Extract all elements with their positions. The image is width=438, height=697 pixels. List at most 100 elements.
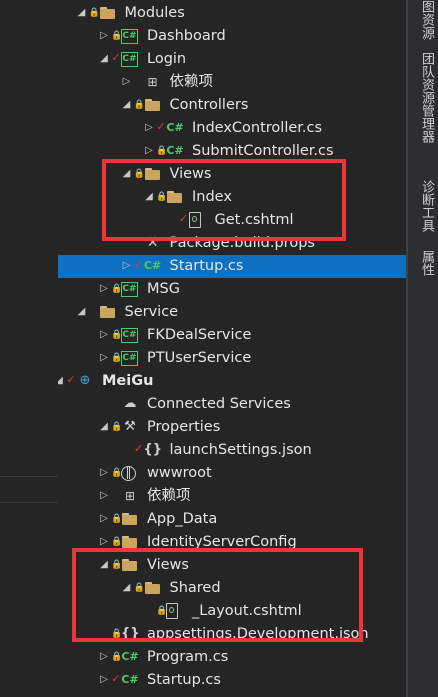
tree-item[interactable]: ✓{} launchSettings.json — [58, 439, 406, 462]
collapse-arrow-icon[interactable]: ◢ — [58, 373, 64, 389]
side-tab-strip: 图资源管理器 团队资源管理器 诊断工具 属性 — [408, 0, 438, 697]
collapse-arrow-icon[interactable]: ◢ — [99, 51, 109, 67]
tree-item-label: Modules — [124, 5, 185, 21]
expand-arrow-icon[interactable]: ▷ — [99, 281, 109, 297]
csharp-file-icon: C# — [143, 259, 162, 272]
dependencies-icon: ⊞ — [147, 75, 158, 89]
tree-item[interactable]: ◢ ✓ C# Login — [58, 48, 406, 71]
tree-item[interactable]: ▷ 🔒 C# FKDealService — [58, 324, 406, 347]
side-tab[interactable]: 诊断工具 — [416, 180, 436, 240]
side-tab[interactable]: 属性 — [416, 250, 436, 290]
lock-icon: 🔒 — [111, 422, 123, 432]
csharp-file-icon: C# — [121, 650, 139, 663]
folder-icon — [144, 96, 162, 114]
tree-item-label: Connected Services — [147, 396, 291, 412]
dependencies-icon: ⊞ — [124, 489, 136, 503]
expand-arrow-icon[interactable]: ▷ — [99, 465, 109, 481]
expand-arrow-icon[interactable]: ▷ — [99, 28, 109, 44]
tree-item-label: MeiGu — [102, 373, 154, 389]
wrench-icon: ⚒ — [124, 419, 136, 434]
globe-icon — [121, 466, 136, 481]
tree-item-label: Properties — [147, 419, 221, 435]
checkmark-icon: ✓ — [66, 373, 76, 386]
expand-arrow-icon[interactable]: ▷ — [122, 74, 132, 90]
tree-item-label: FKDealService — [147, 327, 252, 343]
lock-icon: 🔒 — [111, 284, 123, 294]
left-panel-divider — [0, 502, 58, 503]
tree-item[interactable]: ▷ 🔒 App_Data — [58, 508, 406, 531]
lock-icon: 🔒 — [111, 353, 123, 363]
expand-arrow-icon[interactable]: ▷ — [99, 488, 109, 504]
expand-arrow-icon[interactable]: ▷ — [99, 327, 109, 343]
tree-item[interactable]: ▷ ✓ C# IndexController.cs — [58, 117, 406, 140]
tree-item-label: Startup.cs — [169, 258, 244, 274]
tree-item-label: 依赖项 — [147, 488, 191, 504]
cloud-icon: ☁ — [123, 396, 137, 411]
expand-arrow-icon[interactable]: ▷ — [99, 350, 109, 366]
collapse-arrow-icon[interactable]: ◢ — [122, 97, 132, 113]
side-tab[interactable]: 团队资源管理器 — [416, 52, 436, 172]
tree-item-label: MSG — [147, 281, 180, 297]
expand-arrow-icon[interactable]: ▷ — [144, 143, 154, 159]
tree-item[interactable]: ◢ 🔒 Modules — [58, 2, 406, 25]
checkmark-icon: ✓ — [111, 51, 121, 64]
tree-item[interactable]: ▷ 🔒 C# Dashboard — [58, 25, 406, 48]
lock-icon: 🔒 — [111, 31, 123, 41]
csharp-project-icon: C# — [121, 52, 138, 67]
expand-arrow-icon[interactable]: ▷ — [122, 258, 132, 274]
folder-icon — [99, 303, 117, 321]
tree-item-label: Controllers — [169, 97, 249, 113]
tree-item-label: launchSettings.json — [169, 442, 312, 458]
tree-item-label: PTUserService — [147, 350, 252, 366]
tree-item[interactable]: ▷ ⊞ 依赖项 — [58, 485, 406, 508]
tree-item[interactable]: ▷ 🔒 C# Program.cs — [58, 646, 406, 669]
csharp-file-icon: C# — [121, 673, 139, 686]
collapse-arrow-icon[interactable]: ◢ — [99, 419, 109, 435]
checkmark-icon: ✓ — [156, 120, 166, 133]
highlight-box-login-views — [102, 159, 346, 241]
lock-icon: 🔒 — [156, 146, 168, 156]
checkmark-icon: ✓ — [111, 672, 121, 685]
tree-item[interactable]: ◢ ✓ ⊕ MeiGu — [58, 370, 406, 393]
lock-icon: 🔒 — [133, 100, 145, 110]
collapse-arrow-icon[interactable]: ◢ — [77, 304, 87, 320]
tree-item-label: App_Data — [147, 511, 218, 527]
tree-item[interactable]: ▷ 🔒 C# MSG — [58, 278, 406, 301]
expand-arrow-icon[interactable]: ▷ — [144, 120, 154, 136]
csharp-project-icon: C# — [121, 282, 138, 297]
csharp-file-icon: C# — [166, 121, 184, 134]
tree-item-label: IndexController.cs — [192, 120, 323, 136]
lock-icon: 🔒 — [111, 330, 123, 340]
csharp-project-icon: C# — [121, 328, 138, 343]
tree-item-label: wwwroot — [147, 465, 212, 481]
tree-item[interactable]: ▷ ✓ C# Startup.cs — [58, 255, 406, 278]
tree-item-label: Service — [124, 304, 179, 320]
lock-icon: 🔒 — [111, 652, 123, 662]
json-file-icon: {} — [143, 442, 163, 457]
collapse-arrow-icon[interactable]: ◢ — [77, 5, 87, 21]
side-tab[interactable]: 图资源管理器 — [416, 0, 436, 40]
left-panel — [0, 0, 58, 697]
tree-item[interactable]: ▷ 🔒 wwwroot — [58, 462, 406, 485]
expand-arrow-icon[interactable]: ▷ — [99, 649, 109, 665]
tree-item[interactable]: ◢ 🔒 ⚒ Properties — [58, 416, 406, 439]
csharp-project-icon: C# — [121, 351, 138, 366]
tree-item[interactable]: ▷ 🔒 C# PTUserService — [58, 347, 406, 370]
expand-arrow-icon[interactable]: ▷ — [99, 672, 109, 688]
tree-item[interactable]: ▷ ✓ C# Startup.cs — [58, 669, 406, 692]
checkmark-icon: ✓ — [133, 258, 144, 271]
expand-arrow-icon[interactable]: ▷ — [99, 511, 109, 527]
tree-item[interactable]: ▷ ⊞ 依赖项 — [58, 71, 406, 94]
folder-icon — [99, 4, 117, 22]
tree-item-label: Dashboard — [147, 28, 226, 44]
lock-icon: 🔒 — [111, 514, 123, 524]
tree-item-label: 依赖项 — [169, 74, 214, 90]
tree-item-label: Login — [147, 51, 187, 67]
highlight-box-meigu-views — [72, 548, 363, 642]
tree-item[interactable]: ◢ Service — [58, 301, 406, 324]
tree-item[interactable]: ☁ Connected Services — [58, 393, 406, 416]
csharp-file-icon: C# — [166, 144, 184, 157]
tree-item[interactable]: ◢ 🔒 Controllers — [58, 94, 406, 117]
tree-item-label: Program.cs — [147, 649, 229, 665]
folder-icon — [121, 510, 139, 528]
